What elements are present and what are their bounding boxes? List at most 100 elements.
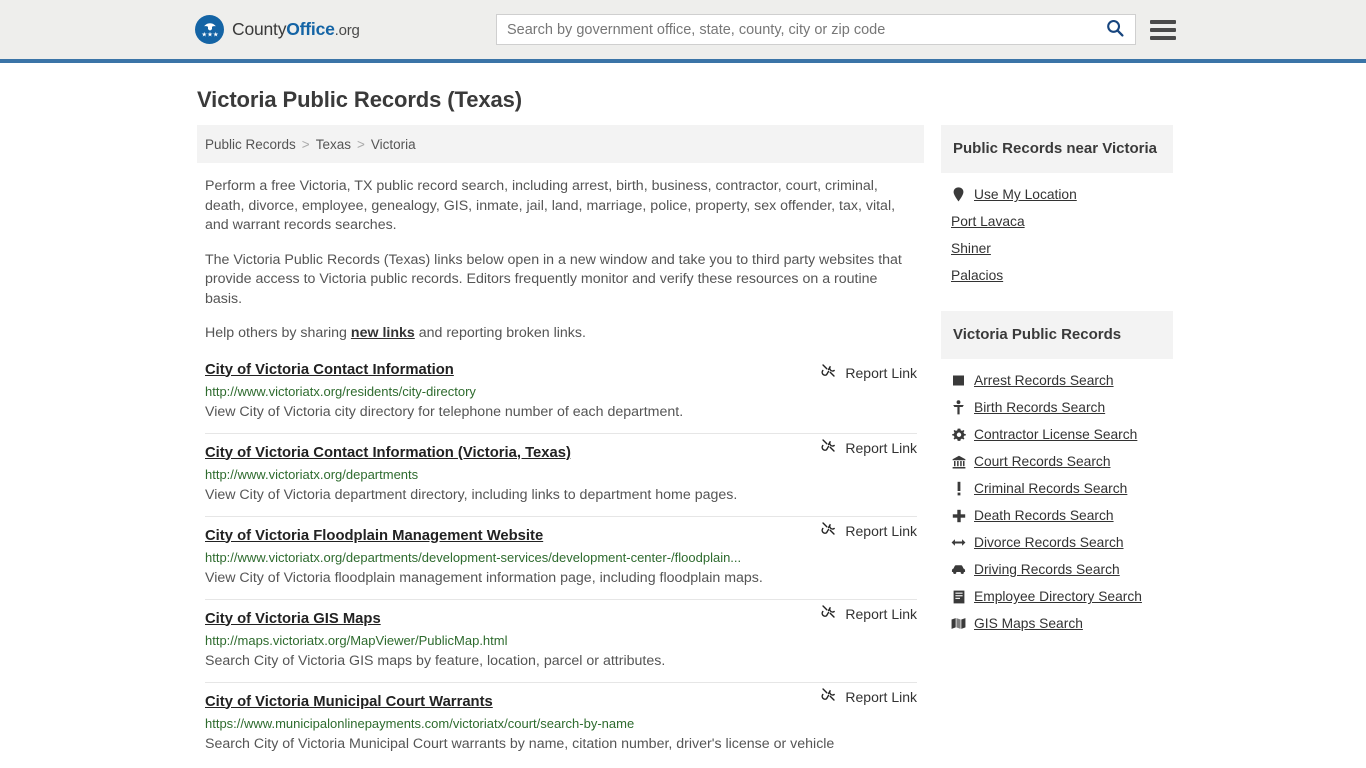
resource-url: http://www.victoriatx.org/departments <box>205 466 419 482</box>
intro-paragraph-3: Help others by sharing new links and rep… <box>205 324 917 344</box>
resource-title-link[interactable]: City of Victoria Contact Information (Vi… <box>205 445 571 461</box>
panel-body: Arrest Records Search Birth Records Sear… <box>941 359 1173 637</box>
brand-county: County <box>232 19 287 39</box>
report-link-button[interactable]: Report Link <box>820 686 917 708</box>
sidebar-item-shiner[interactable]: Shiner <box>941 235 1173 262</box>
intro-text: Perform a free Victoria, TX public recor… <box>205 177 917 344</box>
report-link-label: Report Link <box>845 439 917 456</box>
breadcrumb-item-public-records[interactable]: Public Records <box>205 137 296 152</box>
breadcrumb-separator-1: > <box>301 136 310 152</box>
report-link-label: Report Link <box>845 605 917 622</box>
report-link-label: Report Link <box>845 522 917 539</box>
panel-public-records-near: Public Records near Victoria Use My Loca… <box>941 125 1173 289</box>
resource-description: View City of Victoria department directo… <box>205 486 738 503</box>
hamburger-menu-icon[interactable] <box>1150 19 1176 40</box>
resource-description: Search City of Victoria GIS maps by feat… <box>205 652 666 669</box>
sidebar-item-palacios[interactable]: Palacios <box>941 262 1173 289</box>
intro-paragraph-1: Perform a free Victoria, TX public recor… <box>205 178 896 233</box>
gear-icon <box>951 428 966 442</box>
site-logo[interactable]: ★★★ CountyOffice.org <box>195 15 360 44</box>
resource-url: http://www.victoriatx.org/residents/city… <box>205 383 476 399</box>
breadcrumb-item-victoria: Victoria <box>370 136 416 152</box>
brand-wordmark: CountyOffice.org <box>232 19 360 40</box>
broken-link-icon <box>820 686 837 708</box>
search-input[interactable] <box>497 15 1095 44</box>
sidebar-item-label: Contractor License Search <box>974 427 1138 442</box>
search-button[interactable] <box>1095 15 1135 44</box>
sidebar-item-court-records[interactable]: Court Records Search <box>941 448 1173 475</box>
map-icon <box>951 617 966 630</box>
brand-office: Office <box>286 19 335 39</box>
book-icon <box>951 590 966 604</box>
sidebar-item-label: Criminal Records Search <box>974 481 1128 496</box>
list-item: City of Victoria Municipal Court Warrant… <box>205 681 917 765</box>
breadcrumb-separator-2: > <box>356 136 365 152</box>
search-icon <box>1105 18 1125 41</box>
sidebar-item-label: Use My Location <box>974 187 1077 202</box>
report-link-button[interactable]: Report Link <box>820 437 917 459</box>
intro-paragraph-2: The Victoria Public Records (Texas) link… <box>205 251 902 307</box>
svg-text:★★★: ★★★ <box>201 30 218 38</box>
left-right-arrow-icon <box>951 537 966 548</box>
report-link-button[interactable]: Report Link <box>820 520 917 542</box>
sidebar-item-death-records[interactable]: Death Records Search <box>941 502 1173 529</box>
baby-icon <box>951 400 966 415</box>
resource-description: View City of Victoria floodplain managem… <box>205 569 763 586</box>
sidebar-item-birth-records[interactable]: Birth Records Search <box>941 394 1173 421</box>
sidebar-item-label: Birth Records Search <box>974 400 1106 415</box>
intro-p3-prefix: Help others by sharing <box>205 325 351 341</box>
sidebar-item-label: Arrest Records Search <box>974 373 1114 388</box>
sidebar-item-gis-maps[interactable]: GIS Maps Search <box>941 610 1173 637</box>
resource-description: Search City of Victoria Municipal Court … <box>205 735 835 752</box>
resource-title-link[interactable]: City of Victoria Municipal Court Warrant… <box>205 694 493 710</box>
list-item: City of Victoria Contact Information htt… <box>205 359 917 433</box>
site-header: ★★★ CountyOffice.org <box>0 0 1366 63</box>
new-links-link[interactable]: new links <box>351 325 415 341</box>
report-link-label: Report Link <box>845 688 917 705</box>
resource-title-link[interactable]: City of Victoria GIS Maps <box>205 611 381 627</box>
sidebar-item-label: Port Lavaca <box>951 214 1025 229</box>
content-row: Public Records > Texas > Victoria Perfor… <box>0 125 1366 765</box>
resource-title-link[interactable]: City of Victoria Contact Information <box>205 362 454 378</box>
hamburger-bar-2 <box>1150 27 1176 32</box>
broken-link-icon <box>820 520 837 542</box>
sidebar: Public Records near Victoria Use My Loca… <box>941 125 1173 659</box>
sidebar-item-criminal-records[interactable]: Criminal Records Search <box>941 475 1173 502</box>
resource-title-link[interactable]: City of Victoria Floodplain Management W… <box>205 528 543 544</box>
sidebar-item-label: Shiner <box>951 241 991 256</box>
sidebar-item-label: Employee Directory Search <box>974 589 1142 604</box>
resource-description: View City of Victoria city directory for… <box>205 403 684 420</box>
breadcrumb-item-texas[interactable]: Texas <box>316 137 351 152</box>
page-title: Victoria Public Records (Texas) <box>197 87 522 112</box>
broken-link-icon <box>820 603 837 625</box>
resource-url: http://www.victoriatx.org/departments/de… <box>205 549 742 565</box>
sidebar-item-employee-directory[interactable]: Employee Directory Search <box>941 583 1173 610</box>
broken-link-icon <box>820 437 837 459</box>
brand-org: .org <box>334 22 360 39</box>
list-item: City of Victoria Floodplain Management W… <box>205 515 917 599</box>
hamburger-bar-3 <box>1150 35 1176 40</box>
resource-url: https://www.municipalonlinepayments.com/… <box>205 715 635 731</box>
panel-title: Public Records near Victoria <box>941 125 1173 173</box>
list-item: City of Victoria GIS Maps http://maps.vi… <box>205 598 917 682</box>
resource-url: http://maps.victoriatx.org/MapViewer/Pub… <box>205 632 508 648</box>
car-icon <box>951 564 966 575</box>
sidebar-item-label: Driving Records Search <box>974 562 1120 577</box>
sidebar-item-divorce-records[interactable]: Divorce Records Search <box>941 529 1173 556</box>
report-link-button[interactable]: Report Link <box>820 362 917 384</box>
hamburger-bar-1 <box>1150 19 1176 24</box>
panel-body: Use My Location Port Lavaca Shiner Palac… <box>941 173 1173 289</box>
resource-link-list: City of Victoria Contact Information htt… <box>205 359 917 765</box>
panel-victoria-public-records: Victoria Public Records Arrest Records S… <box>941 311 1173 637</box>
sidebar-item-contractor-license[interactable]: Contractor License Search <box>941 421 1173 448</box>
report-link-button[interactable]: Report Link <box>820 603 917 625</box>
sidebar-item-label: Court Records Search <box>974 454 1111 469</box>
sidebar-item-port-lavaca[interactable]: Port Lavaca <box>941 208 1173 235</box>
sidebar-item-use-my-location[interactable]: Use My Location <box>941 181 1173 208</box>
search-bar[interactable] <box>496 14 1136 45</box>
map-pin-icon <box>951 187 966 202</box>
main-column: Public Records > Texas > Victoria Perfor… <box>197 125 924 765</box>
report-link-label: Report Link <box>845 364 917 381</box>
sidebar-item-driving-records[interactable]: Driving Records Search <box>941 556 1173 583</box>
sidebar-item-arrest-records[interactable]: Arrest Records Search <box>941 367 1173 394</box>
